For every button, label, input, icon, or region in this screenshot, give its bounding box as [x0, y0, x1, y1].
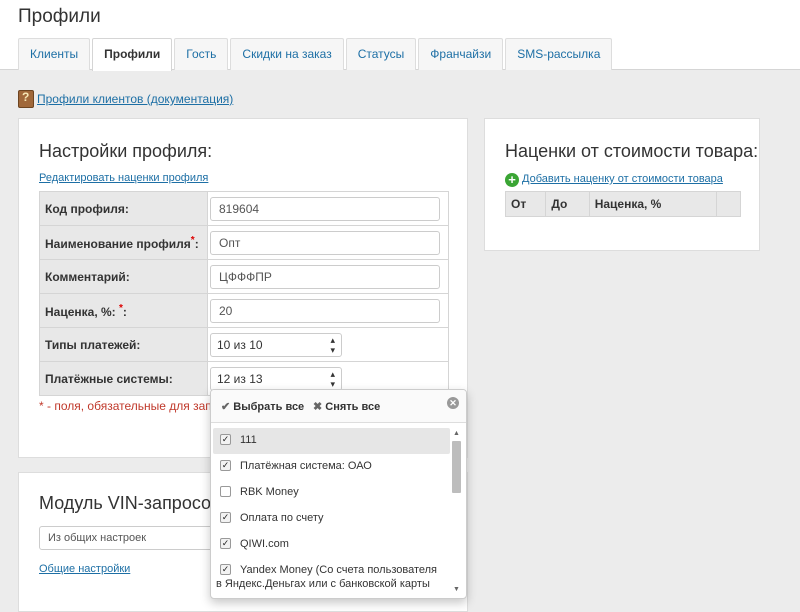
checkbox[interactable]: ✓	[220, 460, 231, 471]
top-bar: Профили Клиенты Профили Гость Скидки на …	[0, 0, 800, 71]
tab-profiles[interactable]: Профили	[92, 38, 173, 71]
dropdown-header: ✔ Выбрать все ✖ Снять все ✕	[211, 390, 466, 423]
option-label: Yandex Money (Со счета пользователя	[240, 564, 438, 576]
general-settings-link[interactable]: Общие настройки	[39, 563, 130, 575]
tab-guest[interactable]: Гость	[174, 38, 229, 70]
name-label: Наименование профиля	[45, 236, 191, 251]
markup-input[interactable]: 20	[210, 298, 440, 323]
markups-title: Наценки от стоимости товара:	[505, 141, 759, 161]
option-label: Оплата по счету	[240, 512, 324, 524]
option-item[interactable]: ✓ Yandex Money (Со счета пользователя в Я…	[213, 558, 450, 598]
add-markup-line: + Добавить наценку от стоимости товара	[505, 173, 723, 187]
column-actions	[715, 191, 742, 217]
page-title: Профили	[18, 6, 101, 27]
column-markup: Наценка, %	[588, 191, 717, 217]
vin-source-value: Из общих настроек	[48, 532, 147, 544]
options-list: ✓ 111 ✓ Платёжная система: ОАО RBK Money ✓…	[211, 428, 452, 598]
profile-settings-title: Настройки профиля:	[39, 141, 213, 161]
checkbox[interactable]: ✓	[220, 434, 231, 445]
vin-module-title: Модуль VIN-запросов:	[39, 493, 226, 513]
close-icon[interactable]: ✕	[447, 397, 459, 409]
payment-systems-dropdown: ✔ Выбрать все ✖ Снять все ✕ ✓ 111 ✓ Платёж…	[210, 389, 467, 599]
add-markup-link[interactable]: Добавить наценку от стоимости товара	[522, 173, 723, 185]
form-row-comment: Комментарий: ЦФФФПР	[39, 259, 449, 294]
profile-form: Код профиля: 819604 Наименование профиля…	[39, 191, 449, 396]
tab-order-discounts[interactable]: Скидки на заказ	[230, 38, 344, 70]
name-label-colon: :	[194, 236, 199, 251]
scroll-up-icon[interactable]: ▲	[451, 429, 462, 439]
option-item[interactable]: ✓ Платёжная система: ОАО	[213, 454, 450, 480]
tab-sms-mailing[interactable]: SMS-рассылка	[505, 38, 613, 70]
payment-systems-value: 12 из 13	[217, 371, 263, 386]
markups-panel: Наценки от стоимости товара: + Добавить н…	[484, 118, 760, 251]
checkbox[interactable]: ✓	[220, 538, 231, 549]
option-item[interactable]: RBK Money	[213, 480, 450, 506]
option-label: RBK Money	[240, 486, 299, 498]
checkbox[interactable]	[220, 486, 231, 497]
form-row-markup: Наценка, %: *: 20	[39, 293, 449, 328]
documentation-link[interactable]: Профили клиентов (документация)	[37, 92, 233, 106]
option-label: QIWI.com	[240, 538, 289, 550]
checkbox[interactable]: ✓	[220, 512, 231, 523]
dropdown-scrollbar[interactable]: ▲ ▼	[451, 429, 462, 595]
help-book-icon	[18, 90, 34, 108]
form-row-code: Код профиля: 819604	[39, 191, 449, 226]
payment-systems-select[interactable]: 12 из 13 ▴ ▾	[210, 366, 342, 391]
edit-markups-link[interactable]: Редактировать наценки профиля	[39, 172, 208, 184]
payment-types-value: 10 из 10	[217, 337, 263, 352]
updown-arrows-icon: ▴ ▾	[330, 334, 335, 355]
markups-table: От До Наценка, %	[504, 191, 742, 217]
option-label: Платёжная система: ОАО	[240, 460, 372, 472]
payment-types-select[interactable]: 10 из 10 ▴ ▾	[210, 332, 342, 357]
code-label: Код профиля:	[39, 191, 208, 226]
column-from: От	[504, 191, 547, 217]
select-all-label: Выбрать все	[233, 401, 305, 413]
checkbox[interactable]: ✓	[220, 564, 231, 575]
markup-label-colon: :	[122, 304, 127, 319]
markup-label: Наценка, %:	[45, 304, 116, 319]
code-input[interactable]: 819604	[210, 196, 440, 221]
tab-franchisees[interactable]: Франчайзи	[418, 38, 504, 70]
scroll-down-icon[interactable]: ▼	[451, 585, 462, 595]
column-to: До	[545, 191, 590, 217]
option-label-continued: в Яндекс.Деньгах или с банковской карты	[216, 578, 430, 590]
option-item[interactable]: ✓ Оплата по счету	[213, 506, 450, 532]
select-all-button[interactable]: ✔ Выбрать все	[221, 400, 304, 413]
tab-bar: Клиенты Профили Гость Скидки на заказ Ст…	[18, 38, 614, 71]
payment-types-label: Типы платежей:	[39, 327, 208, 362]
option-item[interactable]: ✓ 111	[213, 428, 450, 454]
documentation-line: Профили клиентов (документация)	[18, 90, 233, 108]
comment-input[interactable]: ЦФФФПР	[210, 264, 440, 289]
deselect-all-label: Снять все	[325, 401, 381, 413]
name-input[interactable]: Опт	[210, 230, 440, 255]
form-row-payment-types: Типы платежей: 10 из 10 ▴ ▾	[39, 327, 449, 362]
add-circle-icon[interactable]: +	[505, 173, 519, 187]
form-row-name: Наименование профиля*: Опт	[39, 225, 449, 260]
option-label: 111	[240, 434, 257, 446]
scroll-thumb[interactable]	[452, 441, 461, 493]
option-item[interactable]: ✓ QIWI.com	[213, 532, 450, 558]
deselect-all-button[interactable]: ✖ Снять все	[313, 400, 380, 413]
tab-clients[interactable]: Клиенты	[18, 38, 91, 70]
updown-arrows-icon: ▴ ▾	[330, 368, 335, 389]
cross-icon: ✖	[313, 401, 323, 413]
payment-systems-label: Платёжные системы:	[39, 361, 208, 396]
tab-statuses[interactable]: Статусы	[345, 38, 417, 70]
comment-label: Комментарий:	[39, 259, 208, 294]
check-icon: ✔	[221, 401, 231, 413]
